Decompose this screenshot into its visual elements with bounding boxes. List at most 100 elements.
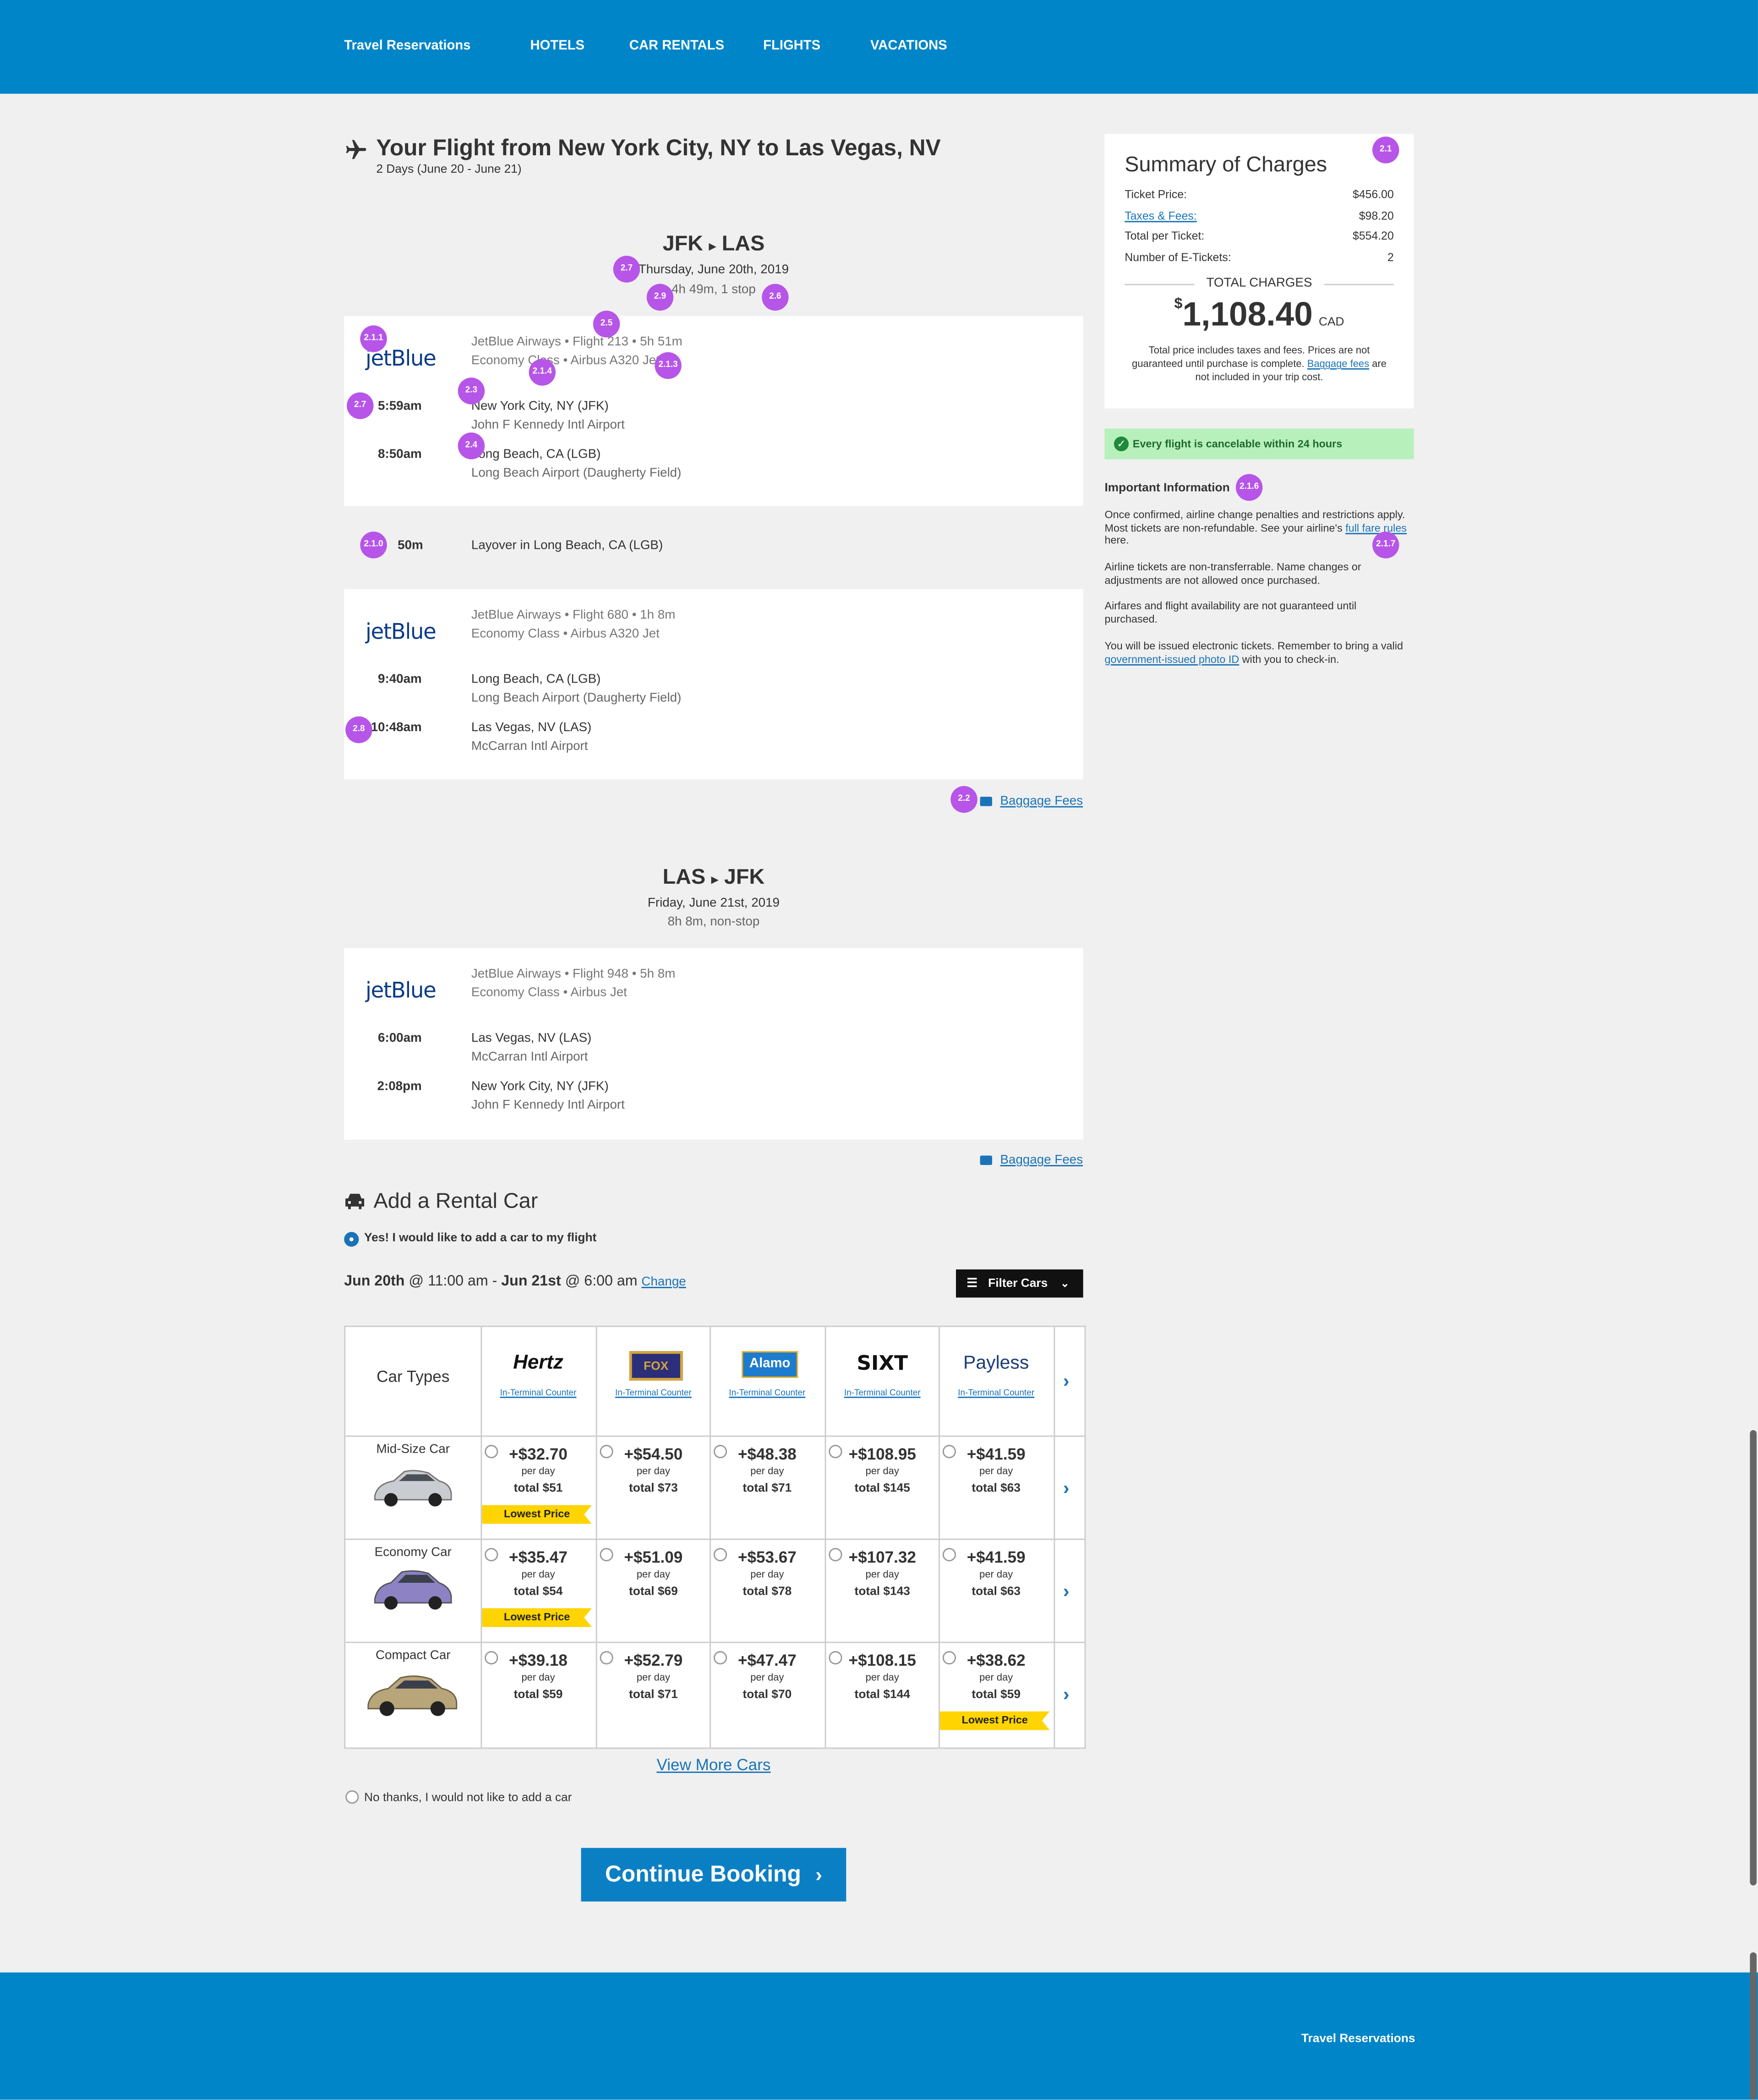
arrive-airport: John F Kennedy Intl Airport — [471, 1098, 625, 1113]
baggage-fees-link[interactable]: Baggage Fees — [980, 794, 1083, 809]
rental-from-time: @ 11:00 am — [409, 1273, 488, 1290]
car-price: +$52.79 — [624, 1651, 683, 1670]
car-price: +$48.38 — [737, 1444, 797, 1464]
nav-item-flights[interactable]: FLIGHTS — [763, 39, 820, 54]
in-terminal-counter-link[interactable]: In-Terminal Counter — [480, 1389, 595, 1398]
chevron-right-icon[interactable]: › — [1063, 1370, 1070, 1391]
rental-to-time: @ 6:00 am — [565, 1273, 638, 1290]
footer-brand-link[interactable]: Travel Reservations — [1301, 2031, 1415, 2045]
cancelable-text: Every flight is cancelable within 24 hou… — [1132, 438, 1343, 450]
rental-to-date: Jun 21st — [501, 1273, 561, 1290]
car-rental-table: Car Types Hertz In-Terminal Counter FOX … — [344, 1325, 1086, 1749]
annotation-marker: 2.6 — [762, 284, 789, 311]
chevron-right-icon[interactable]: › — [1063, 1477, 1070, 1498]
lowest-price-badge: Lowest Price — [939, 1711, 1050, 1730]
flight-segment-card: jetBlue JetBlue Airways • Flight 680 • 1… — [344, 589, 1083, 780]
lowest-price-badge: Lowest Price — [482, 1608, 592, 1627]
photo-id-link[interactable]: government-issued photo ID — [1104, 653, 1239, 665]
taxes-fees-link[interactable]: Taxes & Fees: — [1125, 209, 1196, 222]
scrollbar-track-segment[interactable] — [1750, 1952, 1757, 2100]
chevron-right-icon[interactable]: › — [1063, 1683, 1070, 1705]
compact-car-image — [367, 1675, 458, 1716]
per-day-label: per day — [636, 1465, 671, 1477]
annotation-marker: 2.7 — [613, 256, 640, 283]
per-day-label: per day — [636, 1671, 671, 1684]
important-info-p1: Once confirmed, airline change penalties… — [1104, 509, 1407, 547]
summary-note: Total price includes taxes and fees. Pri… — [1132, 344, 1387, 383]
flight-info: JetBlue Airways • Flight 213 • 5h 51m — [471, 334, 682, 350]
total-per-ticket-label: Total per Ticket: — [1125, 229, 1205, 243]
hertz-logo: Hertz — [513, 1351, 563, 1374]
annotation-marker: 2.1.1 — [360, 325, 387, 352]
rental-no-radio[interactable] — [345, 1790, 359, 1804]
outbound-duration: 4h 49m, 1 stop — [672, 282, 756, 297]
annotation-marker: 2.1 — [1372, 137, 1399, 164]
chevron-right-icon[interactable]: › — [1063, 1580, 1070, 1602]
rental-no-label[interactable]: No thanks, I would not like to add a car — [364, 1790, 572, 1804]
return-route: LAS ▸ JFK — [344, 866, 1083, 891]
flight-info: JetBlue Airways • Flight 680 • 1h 8m — [471, 608, 676, 623]
currency-symbol: $ — [1174, 295, 1183, 312]
car-price: +$107.32 — [848, 1548, 916, 1567]
baggage-fees-link[interactable]: Baggage Fees — [980, 1153, 1083, 1168]
annotation-marker: 2.8 — [345, 716, 372, 744]
rental-yes-radio[interactable] — [344, 1232, 359, 1247]
important-info-p3: Airfares and flight availability are not… — [1104, 600, 1357, 625]
arrive-place: New York City, NY (JFK) — [471, 1079, 609, 1094]
route-arrow-icon: ▸ — [711, 873, 718, 888]
outbound-route: JFK ▸ LAS — [344, 233, 1083, 257]
view-more-cars-link[interactable]: View More Cars — [344, 1755, 1083, 1774]
depart-place: Las Vegas, NV (LAS) — [471, 1031, 592, 1046]
brand-link[interactable]: Travel Reservations — [344, 39, 470, 54]
car-total: total $51 — [513, 1481, 563, 1495]
car-type-label: Mid-Size Car — [376, 1442, 450, 1457]
page-title: Your Flight from New York City, NY to La… — [376, 135, 941, 161]
baggage-fees-inline-link[interactable]: Baggage fees — [1307, 357, 1369, 369]
in-terminal-counter-link[interactable]: In-Terminal Counter — [710, 1389, 824, 1398]
car-total: total $59 — [972, 1687, 1021, 1701]
continue-booking-button[interactable]: Continue Booking › — [581, 1848, 846, 1902]
in-terminal-counter-link[interactable]: In-Terminal Counter — [939, 1389, 1054, 1398]
filter-cars-button[interactable]: ☰ Filter Cars ⌄ — [956, 1269, 1083, 1298]
flight-info: JetBlue Airways • Flight 948 • 5h 8m — [471, 967, 676, 982]
per-day-label: per day — [521, 1568, 555, 1580]
car-total: total $71 — [629, 1687, 678, 1701]
outbound-origin: JFK — [662, 233, 703, 256]
in-terminal-counter-link[interactable]: In-Terminal Counter — [596, 1389, 711, 1398]
per-day-label: per day — [979, 1465, 1013, 1477]
currency-code: CAD — [1318, 314, 1344, 328]
rental-yes-label[interactable]: Yes! I would like to add a car to my fli… — [364, 1230, 596, 1244]
depart-time: 6:00am — [378, 1031, 422, 1046]
nav-item-vacations[interactable]: VACATIONS — [870, 39, 947, 54]
nav-item-hotels[interactable]: HOTELS — [530, 39, 585, 54]
economy-car-image — [374, 1570, 452, 1610]
nav-item-car-rentals[interactable]: CAR RENTALS — [629, 39, 724, 54]
total-amount: 1,108.40 — [1182, 295, 1313, 334]
car-total: total $71 — [743, 1481, 792, 1495]
continue-booking-label: Continue Booking — [605, 1861, 801, 1887]
page-subtitle: 2 Days (June 20 - June 21) — [376, 162, 522, 175]
car-total: total $63 — [972, 1584, 1021, 1598]
per-day-label: per day — [521, 1671, 555, 1684]
depart-airport: McCarran Intl Airport — [471, 1050, 588, 1065]
per-day-label: per day — [750, 1568, 784, 1580]
car-price: +$32.70 — [509, 1444, 568, 1464]
layover-time: 50m — [398, 538, 423, 553]
rental-from-date: Jun 20th — [344, 1273, 405, 1290]
in-terminal-counter-link[interactable]: In-Terminal Counter — [825, 1389, 940, 1398]
baggage-fees-label: Baggage Fees — [1000, 794, 1083, 809]
scrollbar-thumb[interactable] — [1750, 1430, 1757, 1886]
jetblue-logo: jetBlue — [365, 618, 437, 644]
layover-text: Layover in Long Beach, CA (LGB) — [471, 538, 663, 553]
full-fare-rules-link[interactable]: full fare rules — [1345, 522, 1407, 534]
flight-segment-card: jetBlue JetBlue Airways • Flight 948 • 5… — [344, 948, 1083, 1140]
car-price: +$39.18 — [509, 1651, 568, 1670]
outbound-destination: LAS — [721, 233, 765, 256]
total-per-ticket-row: Total per Ticket: $554.20 — [1125, 229, 1394, 242]
car-total: total $78 — [743, 1584, 792, 1598]
annotation-marker: 2.9 — [646, 284, 674, 311]
car-total: total $70 — [743, 1687, 792, 1701]
car-type-label: Compact Car — [375, 1648, 451, 1663]
total-charges-amount: $1,108.40 CAD — [1104, 296, 1414, 335]
change-dates-link[interactable]: Change — [641, 1275, 686, 1290]
